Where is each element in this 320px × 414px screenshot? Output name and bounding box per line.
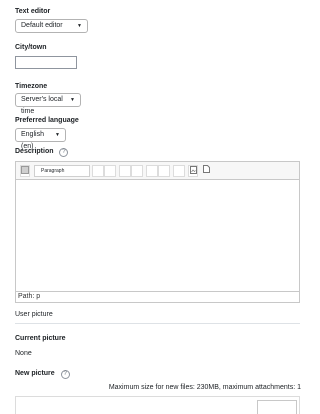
city-input[interactable] (15, 56, 77, 69)
new-picture-label: New picture ? (15, 370, 70, 379)
text-editor-label: Text editor (15, 8, 51, 15)
bold-button[interactable] (92, 165, 104, 177)
timezone-label: Timezone (15, 83, 48, 90)
emoticon-button[interactable] (173, 165, 185, 177)
text-editor-select-value: Default editor (21, 22, 63, 29)
profile-edit-form: Text editor Default editor ▼ City/town T… (0, 0, 320, 414)
paragraph-format-select[interactable]: Paragraph (34, 165, 90, 177)
section-divider (15, 323, 300, 324)
file-icon[interactable] (201, 165, 211, 177)
current-picture-label: Current picture (15, 335, 66, 342)
chevron-down-icon: ▼ (70, 97, 75, 103)
numbered-list-button[interactable] (131, 165, 143, 177)
editor-statusbar: Path: p (16, 291, 299, 302)
description-editor[interactable]: Paragraph Path: p (15, 161, 300, 303)
help-icon[interactable]: ? (60, 370, 70, 379)
user-picture-header: User picture (15, 311, 53, 318)
unlink-button[interactable] (158, 165, 170, 177)
max-size-note: Maximum size for new files: 230MB, maxim… (108, 384, 301, 391)
language-label: Preferred language (15, 117, 79, 124)
chevron-down-icon: ▼ (55, 132, 60, 138)
timezone-select-value: Server's local time (21, 96, 63, 115)
description-label-text: Description (15, 148, 54, 155)
city-label: City/town (15, 44, 47, 51)
image-button[interactable] (188, 165, 198, 177)
bullet-list-button[interactable] (119, 165, 131, 177)
chevron-down-icon: ▼ (77, 23, 82, 29)
link-button[interactable] (146, 165, 158, 177)
editor-toolbar: Paragraph (16, 162, 299, 180)
timezone-select[interactable]: Server's local time ▼ (15, 93, 81, 115)
description-label: Description ? (15, 148, 69, 157)
file-drop-zone[interactable] (257, 400, 297, 414)
text-editor-select[interactable]: Default editor ▼ (15, 19, 88, 33)
file-picker-area[interactable] (15, 396, 300, 414)
current-picture-value: None (15, 350, 32, 357)
help-icon[interactable]: ? (59, 148, 69, 157)
editor-toggle-icon[interactable] (20, 165, 30, 177)
italic-button[interactable] (104, 165, 116, 177)
language-select[interactable]: English (en) ▼ (15, 128, 66, 150)
new-picture-label-text: New picture (15, 370, 55, 377)
